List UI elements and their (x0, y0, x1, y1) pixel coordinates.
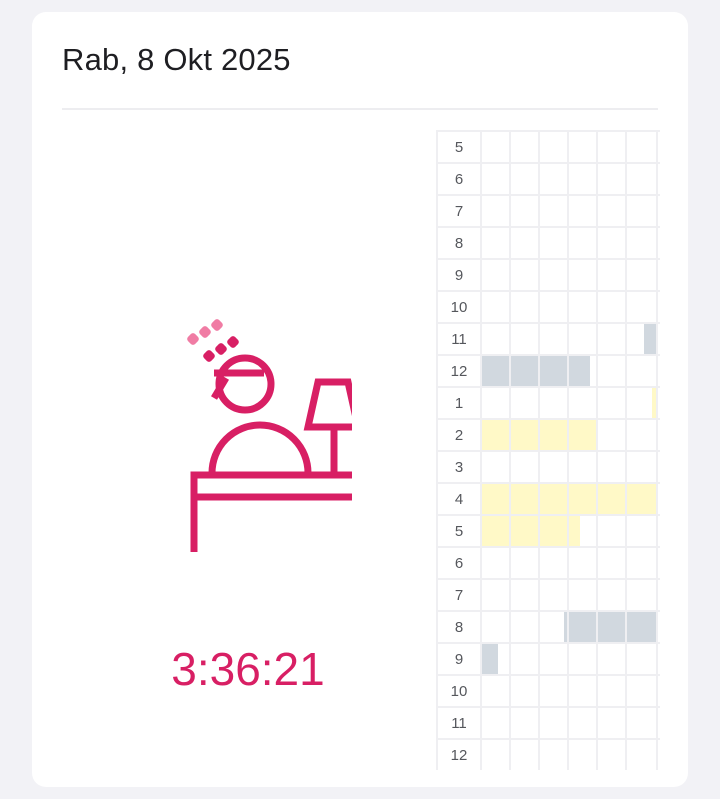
hour-label: 7 (454, 203, 464, 220)
hour-label: 1 (454, 395, 464, 412)
grid-line (509, 130, 511, 770)
day-card: Rab, 8 Okt 2025 3:36:21 5 6 7 8 9 10 11 … (32, 12, 688, 787)
hour-label: 4 (454, 491, 464, 508)
hour-label: 5 (454, 139, 464, 156)
hour-label: 3 (454, 459, 464, 476)
nap-block[interactable] (482, 420, 598, 450)
hour-label: 7 (454, 587, 464, 604)
sleep-block[interactable] (482, 356, 590, 386)
hour-label: 11 (451, 331, 467, 348)
daily-schedule-grid[interactable]: 5 6 7 8 9 10 11 12 1 2 3 4 5 6 7 8 9 10 … (436, 130, 660, 770)
hour-label: 12 (450, 363, 468, 380)
grid-line (480, 130, 482, 770)
hour-label: 8 (454, 619, 464, 636)
hour-label: 11 (451, 715, 467, 732)
grid-line (625, 130, 627, 770)
hour-label: 6 (454, 555, 464, 572)
hour-label: 2 (454, 427, 464, 444)
hour-label: 10 (450, 683, 468, 700)
hour-label: 9 (454, 267, 464, 284)
sleeping-at-desk-icon (152, 308, 370, 559)
sleep-block[interactable] (482, 644, 498, 674)
grid-line (538, 130, 540, 770)
hour-label: 6 (454, 171, 464, 188)
hour-label: 12 (450, 747, 468, 764)
sleep-block[interactable] (564, 612, 658, 642)
hour-label: 8 (454, 235, 464, 252)
nap-block[interactable] (482, 516, 580, 546)
hour-label: 5 (454, 523, 464, 540)
elapsed-timer: 3:36:21 (171, 643, 325, 695)
page-title: Rab, 8 Okt 2025 (62, 42, 291, 77)
hour-label: 9 (454, 651, 464, 668)
hour-label: 10 (450, 299, 468, 316)
grid-line (567, 130, 569, 770)
grid-line (596, 130, 598, 770)
divider (62, 108, 658, 110)
grid-line (656, 130, 658, 770)
